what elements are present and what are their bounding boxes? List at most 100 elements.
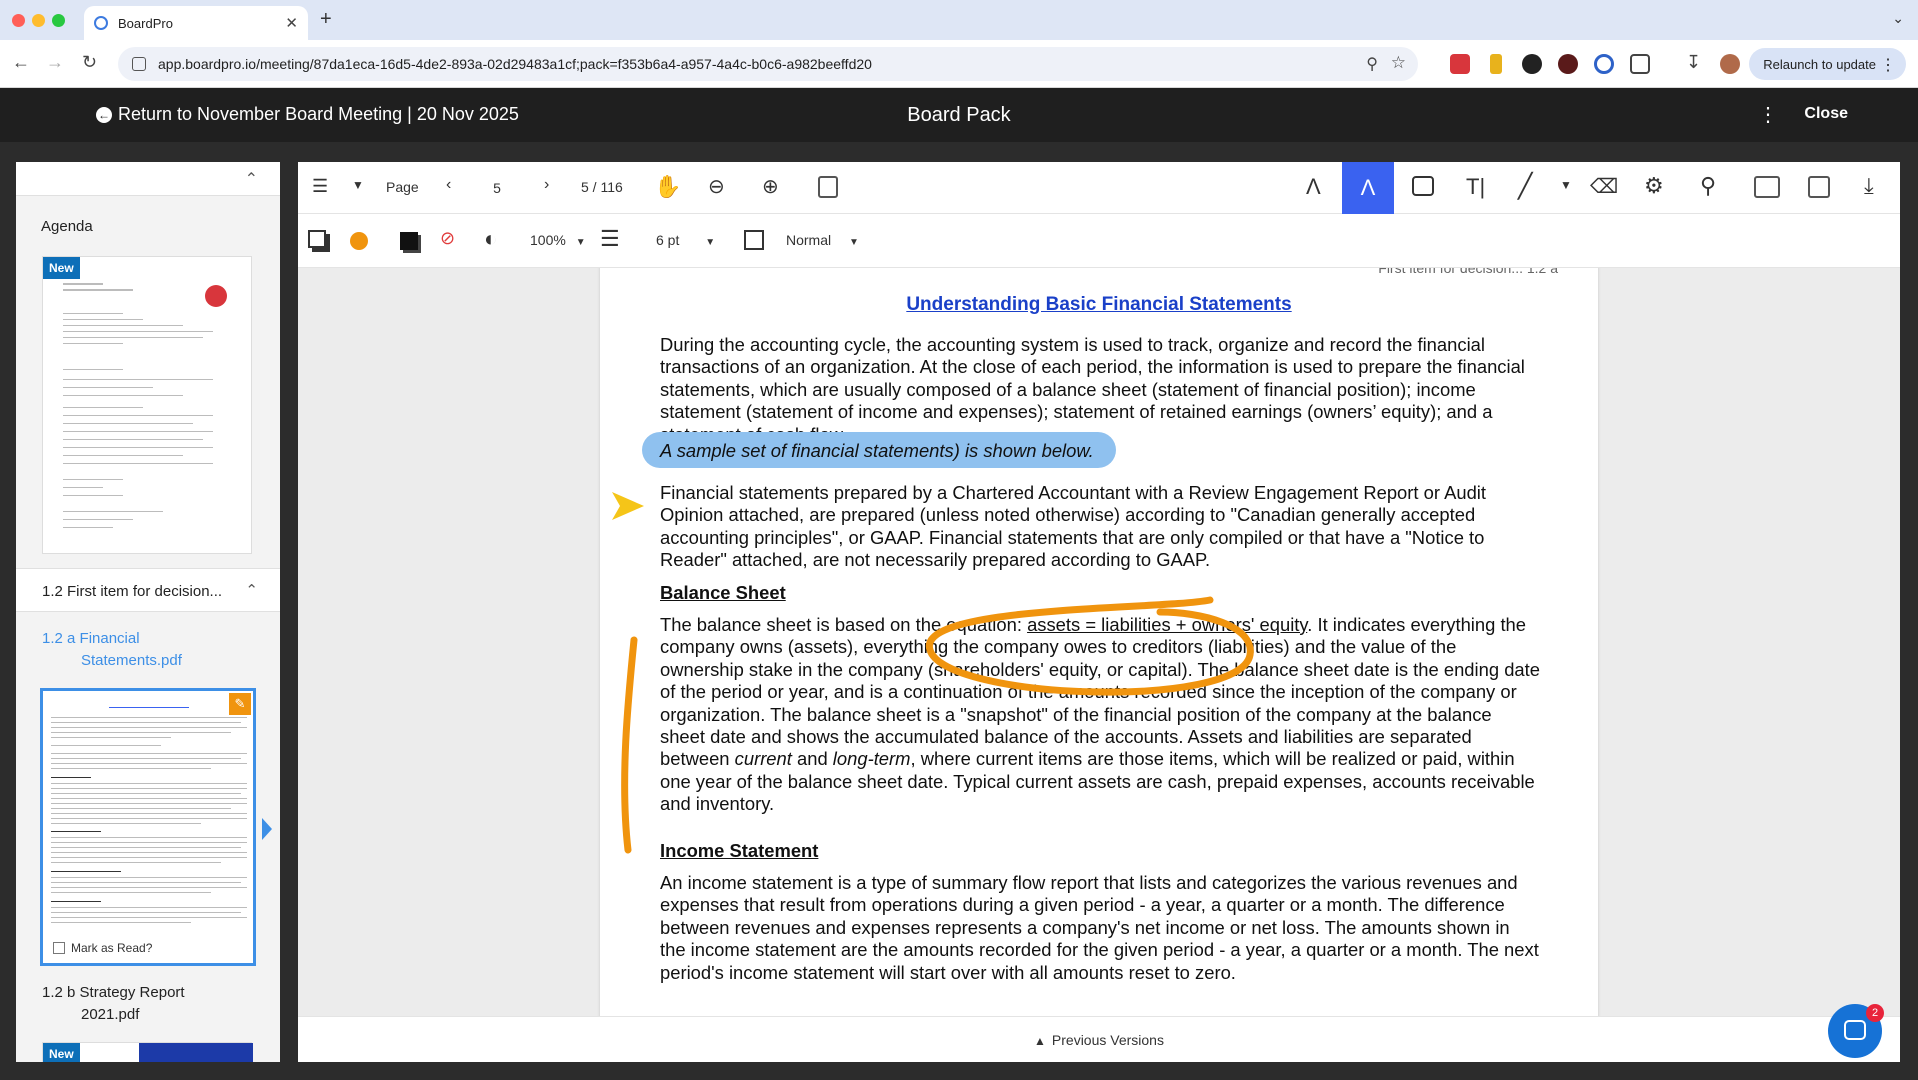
outline-list-icon[interactable]: ☰ [312,176,328,197]
maximize-window-button[interactable] [52,14,65,27]
page-count: 5 / 116 [581,179,623,195]
checkbox-icon[interactable] [53,942,65,954]
extension-k-icon[interactable] [1558,54,1578,74]
new-badge: New [43,257,80,279]
relaunch-label: Relaunch to update [1763,56,1876,72]
layers-icon[interactable] [308,230,326,248]
boardpro-favicon-icon [94,16,108,30]
mark-as-read-checkbox[interactable]: Mark as Read? [53,941,153,955]
chat-bubble-icon [1844,1020,1866,1040]
tab-search-chevron-icon[interactable]: ⌄ [1892,10,1904,27]
app-header: ← Return to November Board Meeting | 20 … [0,88,1918,142]
address-bar[interactable]: app.boardpro.io/meeting/87da1eca-16d5-4d… [118,47,1418,81]
more-options-icon[interactable]: ⋮ [1758,102,1778,127]
comment-icon[interactable] [1412,176,1434,196]
financial-statements-thumbnail[interactable]: ✎ Mark as Read? [40,688,256,966]
document-canvas[interactable]: First item for decision... 1.2 a Underst… [298,268,1900,1016]
zoom-out-icon[interactable]: ⊖ [708,174,725,199]
section-header-1-2[interactable]: 1.2 First item for decision... ⌃ [16,568,280,612]
next-page-icon[interactable]: › [544,176,549,194]
viewer-toolbar-annotation: ⊘ ◐ 100% ▼ ☰ 6 pt ▼ Normal ▼ [298,214,1900,268]
browser-toolbar: ← → ↻ app.boardpro.io/meeting/87da1eca-1… [0,40,1918,88]
extension-hourglass-icon[interactable] [1490,54,1502,74]
crop-icon[interactable] [1808,176,1830,198]
download-icon[interactable]: ⤓ [1864,173,1874,199]
agenda-heading[interactable]: Agenda [16,196,280,254]
mark-as-read-label: Mark as Read? [71,941,153,955]
file-label-line2: Statements.pdf [81,652,182,669]
annotated-pencil-icon: ✎ [229,693,251,715]
stroke-width-value: 6 pt [656,232,680,248]
blend-mode-value: Normal [786,232,832,248]
site-info-icon[interactable] [132,57,146,71]
chevron-down-icon[interactable]: ▼ [352,178,364,192]
extensions-puzzle-icon[interactable] [1630,54,1650,74]
browser-tab-bar: BoardPro ✕ + ⌄ [0,0,1918,40]
stroke-width-icon[interactable]: ☰ [600,226,620,252]
search-icon[interactable]: ⚲ [1700,173,1716,199]
forward-arrow-icon[interactable]: → [46,52,64,73]
chevron-down-icon: ▼ [705,237,716,248]
opacity-icon[interactable]: ◐ [484,226,497,252]
page-title: Board Pack [907,104,1011,126]
minimize-window-button[interactable] [32,14,45,27]
chevron-up-icon[interactable]: ⌃ [245,169,258,189]
agenda-thumbnail[interactable]: New [42,256,252,554]
no-fill-icon[interactable]: ⊘ [440,228,455,249]
file-item-financial-statements[interactable]: 1.2 a Financial Statements.pdf [42,628,182,672]
extension-password-icon[interactable] [1594,54,1614,74]
strategy-report-thumbnail[interactable]: New [42,1042,253,1062]
blend-mode-icon[interactable] [744,230,764,250]
fill-color-swatch[interactable] [400,232,418,250]
page-number-input[interactable]: 5 [472,172,522,204]
pdf-page[interactable]: First item for decision... 1.2 a Underst… [600,268,1598,1016]
pdf-viewer: ☰ ▼ Page ‹ 5 › 5 / 116 ✋ ⊖ ⊕ Λ Λ T| ╱ ▼ … [298,162,1900,1062]
text-tool-icon[interactable]: T| [1466,174,1485,200]
extension-github-icon[interactable] [1522,54,1542,74]
viewer-toolbar-main: ☰ ▼ Page ‹ 5 › 5 / 116 ✋ ⊖ ⊕ Λ Λ T| ╱ ▼ … [298,162,1900,214]
section-label: 1.2 First item for decision... [42,583,223,600]
url-text: app.boardpro.io/meeting/87da1eca-16d5-4d… [158,56,872,72]
chevron-up-icon: ▲ [1034,1034,1046,1048]
file-item-strategy-report[interactable]: 1.2 b Strategy Report 2021.pdf [42,982,185,1026]
previous-versions-label: Previous Versions [1051,1032,1164,1048]
zoom-icon[interactable]: ⚲ [1366,54,1378,74]
back-arrow-icon[interactable]: ← [12,52,30,73]
close-window-button[interactable] [12,14,25,27]
stroke-color-swatch[interactable] [350,232,368,250]
eraser-icon[interactable]: ⌫ [1590,174,1618,199]
sidebar-collapse-bar[interactable]: ⌃ [16,162,280,196]
extension-red-icon[interactable] [1450,54,1470,74]
tab-title: BoardPro [118,15,173,31]
reload-icon[interactable]: ↻ [82,52,97,73]
previous-versions-bar[interactable]: ▲ Previous Versions [298,1016,1900,1062]
chevron-down-icon: ▼ [849,237,859,248]
pen-tool-icon[interactable]: Λ [1306,174,1321,200]
relaunch-button[interactable]: Relaunch to update ⋮ [1749,48,1906,80]
new-tab-button[interactable]: + [320,8,332,31]
zoom-select[interactable]: 100% ▼ [530,232,586,248]
bookmark-star-icon[interactable]: ☆ [1391,53,1406,73]
profile-avatar[interactable] [1720,54,1740,74]
file-label-line1: 1.2 b Strategy Report [42,984,185,1001]
ink-annotation-tool-icon[interactable]: Λ [1342,162,1394,214]
fit-page-icon[interactable] [818,176,838,198]
zoom-in-icon[interactable]: ⊕ [762,174,779,199]
chevron-down-icon[interactable]: ▼ [1560,178,1572,192]
new-badge: New [43,1043,80,1062]
zoom-value: 100% [530,232,566,248]
download-icon[interactable]: ↧ [1686,52,1701,73]
browser-tab[interactable]: BoardPro ✕ [84,6,308,40]
stroke-width-select[interactable]: 6 pt ▼ [656,232,715,248]
settings-gear-icon[interactable]: ⚙ [1644,173,1664,199]
chevron-up-icon[interactable]: ⌃ [245,581,258,599]
close-button[interactable]: Close [1804,105,1848,123]
line-tool-icon[interactable]: ╱ [1518,172,1532,201]
blend-mode-select[interactable]: Normal ▼ [786,232,859,248]
previous-page-icon[interactable]: ‹ [446,176,451,194]
tab-close-icon[interactable]: ✕ [285,14,298,32]
split-view-icon[interactable] [1754,176,1780,198]
active-item-pointer-icon [262,818,272,840]
pan-hand-icon[interactable]: ✋ [654,174,681,200]
browser-menu-icon[interactable]: ⋮ [1880,55,1896,75]
